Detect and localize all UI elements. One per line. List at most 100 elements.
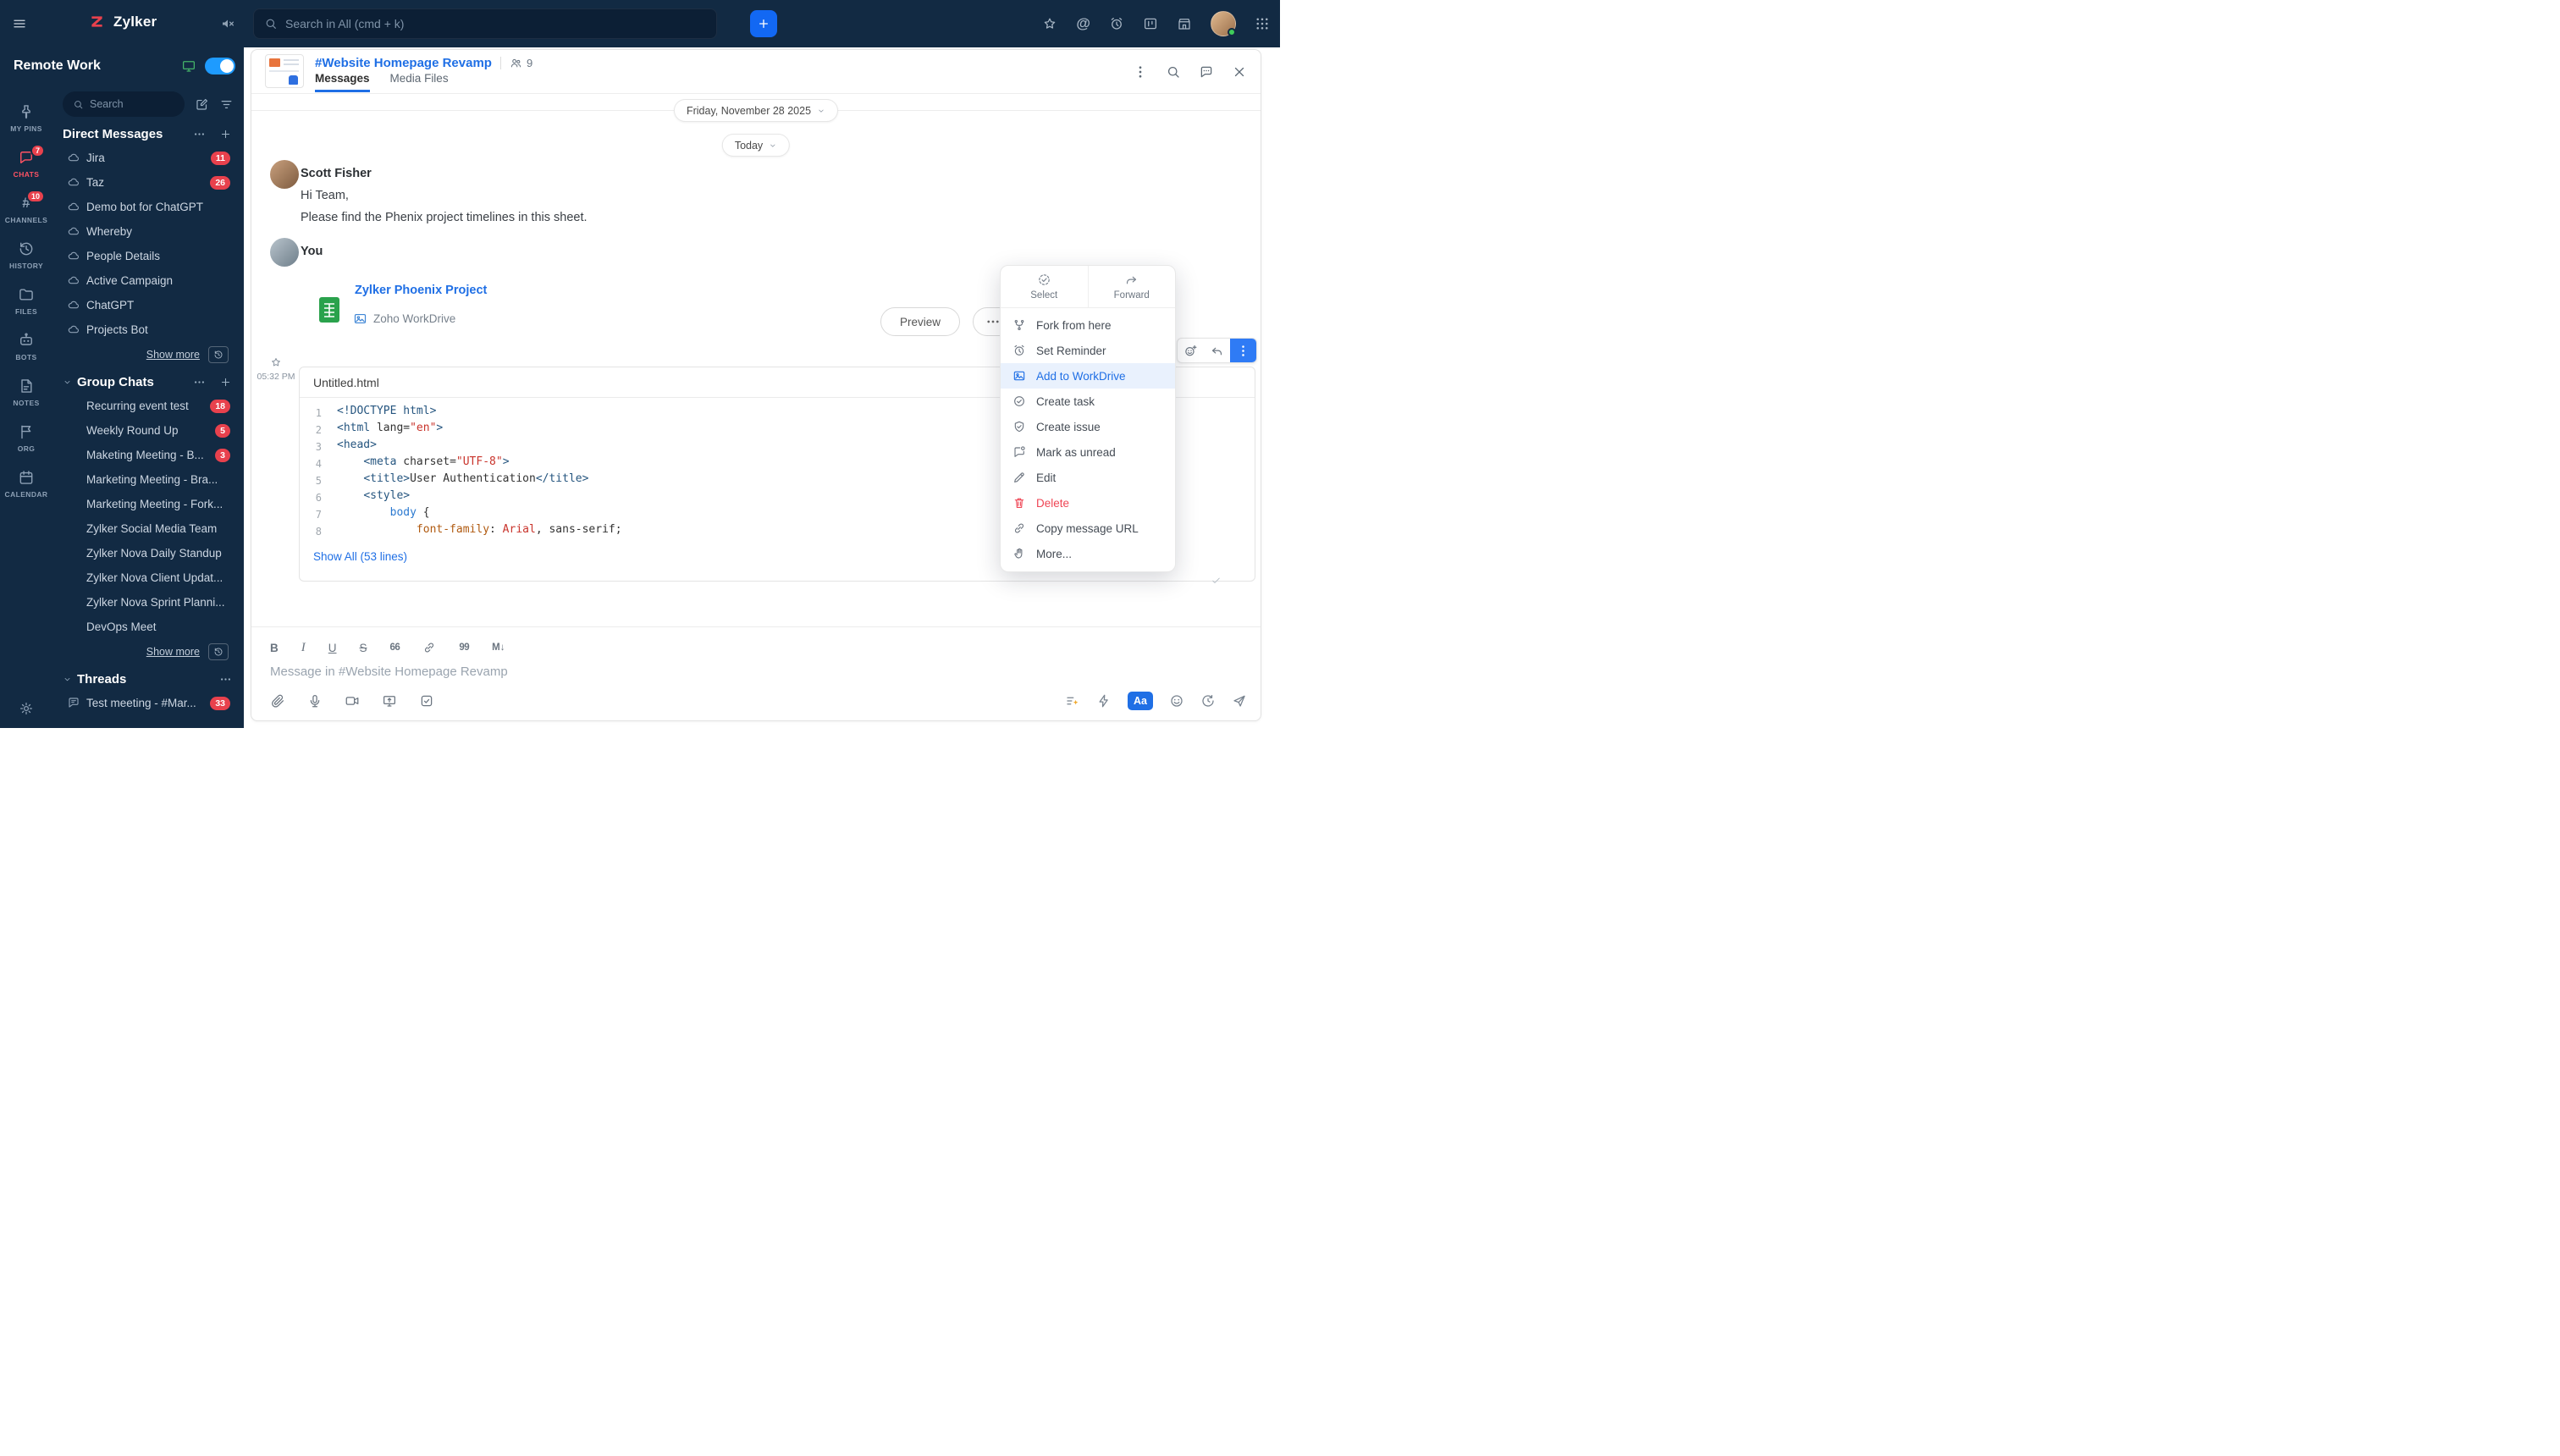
date-divider-pill[interactable]: Friday, November 28 2025 xyxy=(673,99,839,122)
rail-item-history[interactable]: HISTORY xyxy=(0,232,52,278)
group-chats-item[interactable]: Zylker Nova Daily Standup xyxy=(56,541,235,565)
direct-messages-item[interactable]: Demo bot for ChatGPT xyxy=(56,195,235,219)
channel-title[interactable]: #Website Homepage Revamp xyxy=(315,56,492,70)
avatar[interactable] xyxy=(270,238,299,267)
favorites-icon[interactable] xyxy=(1042,16,1057,31)
mute-speaker-icon[interactable] xyxy=(220,16,235,31)
tab-messages[interactable]: Messages xyxy=(315,72,370,92)
sender-name[interactable]: You xyxy=(301,245,323,258)
message-options-icon[interactable] xyxy=(1230,339,1256,362)
menu-item-fork-from-here[interactable]: Fork from here xyxy=(1001,312,1175,338)
attachment-title-link[interactable]: Zylker Phoenix Project xyxy=(355,284,487,297)
direct-messages-item[interactable]: People Details xyxy=(56,244,235,268)
menu-item-more[interactable]: More... xyxy=(1001,541,1175,566)
strikethrough-button[interactable]: S xyxy=(360,642,367,654)
menu-item-delete[interactable]: Delete xyxy=(1001,490,1175,516)
settings-gear-icon[interactable] xyxy=(19,701,34,716)
group-chats-item[interactable]: Zylker Social Media Team xyxy=(56,516,235,541)
quote-close-button[interactable]: 99 xyxy=(459,643,469,653)
show-more[interactable]: Show more xyxy=(56,342,235,365)
hamburger-menu-icon[interactable] xyxy=(12,16,27,31)
apps-grid-icon[interactable] xyxy=(1255,16,1270,31)
smart-compose-icon[interactable] xyxy=(1065,693,1080,709)
chat-comment-icon[interactable] xyxy=(1199,64,1214,80)
group-chats-item[interactable]: Zylker Nova Client Updat... xyxy=(56,565,235,590)
attach-file-icon[interactable] xyxy=(270,693,285,709)
global-search-input[interactable] xyxy=(285,17,706,30)
close-icon[interactable] xyxy=(1232,64,1247,80)
mentions-icon[interactable]: @ xyxy=(1076,16,1090,31)
context-select-button[interactable]: Select xyxy=(1001,266,1089,307)
board-icon[interactable] xyxy=(1143,16,1158,31)
filter-icon[interactable] xyxy=(219,97,234,112)
menu-item-set-reminder[interactable]: Set Reminder xyxy=(1001,338,1175,363)
preview-button[interactable]: Preview xyxy=(880,307,960,336)
video-message-icon[interactable] xyxy=(345,693,360,709)
group-chats-item[interactable]: Weekly Round Up 5 xyxy=(56,418,235,443)
channel-thumbnail[interactable] xyxy=(265,54,304,88)
show-more[interactable]: Show more xyxy=(56,639,235,662)
user-avatar[interactable] xyxy=(1211,11,1236,36)
bold-button[interactable]: B xyxy=(270,642,279,654)
menu-item-edit[interactable]: Edit xyxy=(1001,465,1175,490)
reply-icon[interactable] xyxy=(1204,339,1230,362)
message-input[interactable] xyxy=(270,665,1242,679)
screen-share-icon[interactable] xyxy=(382,693,397,709)
add-reaction-icon[interactable] xyxy=(1178,339,1204,362)
section-more-icon[interactable] xyxy=(193,128,206,141)
new-chat-icon[interactable] xyxy=(195,97,209,112)
menu-item-create-issue[interactable]: Create issue xyxy=(1001,414,1175,439)
rail-item-org[interactable]: ORG xyxy=(0,415,52,461)
chevron-down-icon[interactable] xyxy=(63,675,72,684)
group-chats-item[interactable]: Marketing Meeting - Bra... xyxy=(56,467,235,492)
quick-create-button[interactable] xyxy=(750,10,777,37)
menu-item-copy-message-url[interactable]: Copy message URL xyxy=(1001,516,1175,541)
reminders-icon[interactable] xyxy=(1109,16,1124,31)
sender-name[interactable]: Scott Fisher xyxy=(301,167,372,180)
menu-item-add-to-workdrive[interactable]: Add to WorkDrive xyxy=(1001,363,1175,389)
direct-messages-item[interactable]: ChatGPT xyxy=(56,293,235,317)
group-chats-item[interactable]: Zylker Nova Sprint Planni... xyxy=(56,590,235,615)
avatar[interactable] xyxy=(270,160,299,189)
chat-more-icon[interactable] xyxy=(1133,64,1148,80)
rail-item-files[interactable]: FILES xyxy=(0,278,52,323)
sidebar-search-input[interactable] xyxy=(90,98,149,110)
section-more-icon[interactable] xyxy=(193,376,206,389)
rail-item-calendar[interactable]: CALENDAR xyxy=(0,461,52,506)
voice-message-icon[interactable] xyxy=(307,693,323,709)
rail-item-bots[interactable]: BOTS xyxy=(0,323,52,369)
menu-item-create-task[interactable]: Create task xyxy=(1001,389,1175,414)
direct-messages-item[interactable]: Taz 26 xyxy=(56,170,235,195)
rail-item-chats[interactable]: CHATS 7 xyxy=(0,141,52,186)
send-icon[interactable] xyxy=(1232,693,1247,709)
section-more-icon[interactable] xyxy=(219,673,232,686)
group-chats-item[interactable]: Maketing Meeting - B... 3 xyxy=(56,443,235,467)
commands-icon[interactable] xyxy=(1096,693,1112,709)
marketplace-icon[interactable] xyxy=(1177,16,1192,31)
direct-messages-item[interactable]: Active Campaign xyxy=(56,268,235,293)
italic-button[interactable]: I xyxy=(301,641,306,655)
underline-button[interactable]: U xyxy=(328,642,337,654)
quote-open-button[interactable]: 66 xyxy=(390,643,400,653)
create-task-icon[interactable] xyxy=(419,693,434,709)
group-chats-item[interactable]: Marketing Meeting - Fork... xyxy=(56,492,235,516)
availability-toggle[interactable] xyxy=(205,58,235,74)
rail-item-my-pins[interactable]: MY PINS xyxy=(0,95,52,141)
schedule-send-icon[interactable] xyxy=(1200,693,1216,709)
direct-messages-item[interactable]: Jira 11 xyxy=(56,146,235,170)
star-message-icon[interactable] xyxy=(270,356,282,368)
sidebar-search[interactable] xyxy=(63,91,185,117)
rail-item-notes[interactable]: NOTES xyxy=(0,369,52,415)
global-search[interactable] xyxy=(253,8,717,39)
today-pill[interactable]: Today xyxy=(721,134,791,157)
markdown-button[interactable]: M↓ xyxy=(492,643,505,653)
chat-search-icon[interactable] xyxy=(1166,64,1181,80)
spreadsheet-file-icon[interactable] xyxy=(317,295,341,324)
tab-media-files[interactable]: Media Files xyxy=(390,72,449,92)
menu-item-mark-as-unread[interactable]: Mark as unread xyxy=(1001,439,1175,465)
rail-item-channels[interactable]: # CHANNELS 10 xyxy=(0,186,52,232)
direct-messages-item[interactable]: Whereby xyxy=(56,219,235,244)
threads-item[interactable]: Test meeting - #Mar... 33 xyxy=(56,691,235,715)
history-icon[interactable] xyxy=(208,346,229,363)
emoji-icon[interactable] xyxy=(1169,693,1184,709)
